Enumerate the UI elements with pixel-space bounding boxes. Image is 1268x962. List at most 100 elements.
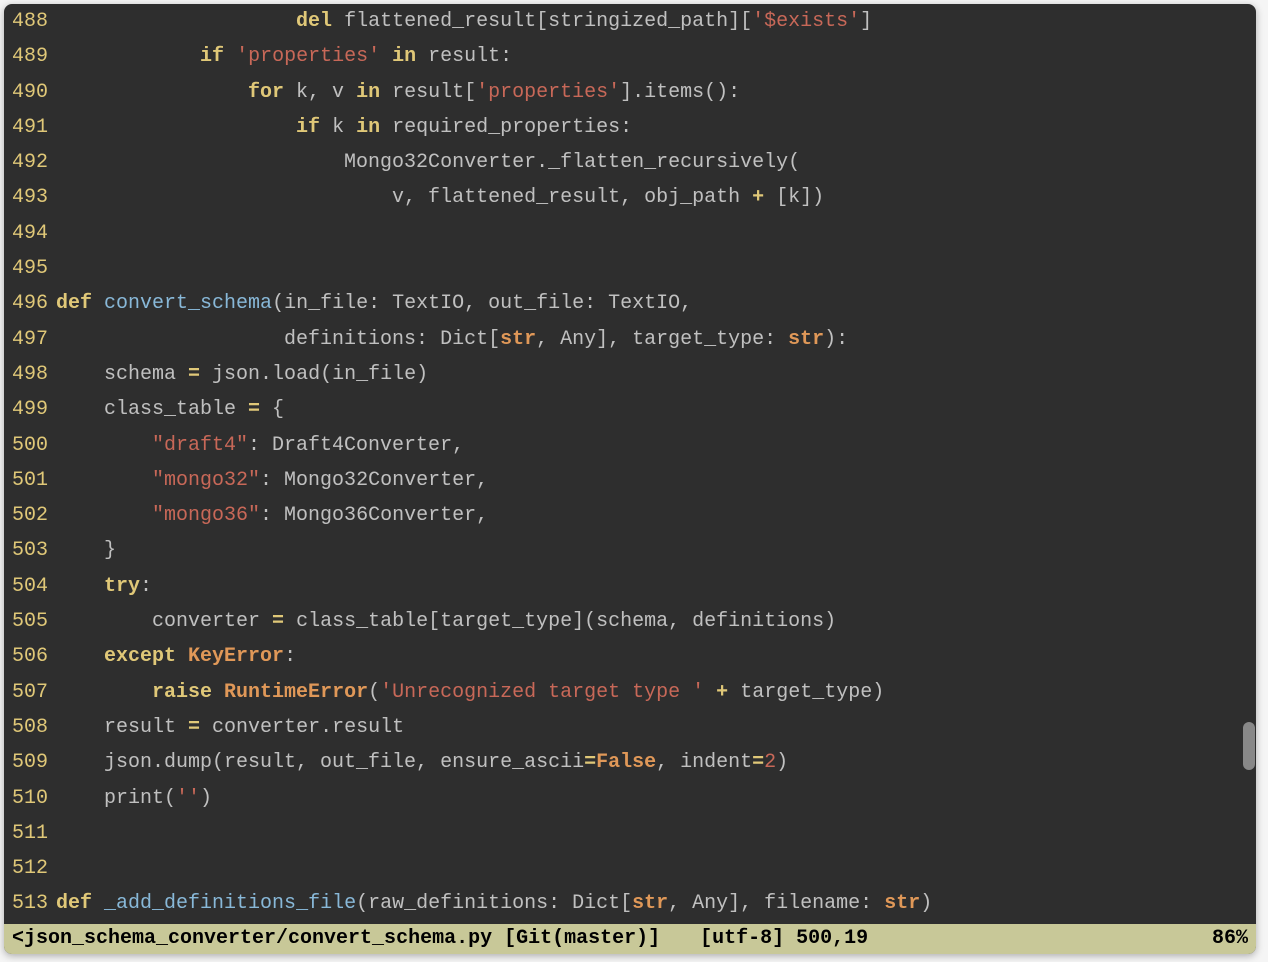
line-content[interactable]: Mongo32Converter._flatten_recursively( [56,145,1256,180]
line-content[interactable]: result = converter.result [56,710,1256,745]
status-percent: 86% [868,924,1248,954]
code-token [176,645,188,668]
scrollbar-track[interactable] [1242,4,1256,924]
code-line[interactable]: 511 [4,816,1256,851]
line-content[interactable]: for k, v in result['properties'].items()… [56,75,1256,110]
line-content[interactable]: "mongo32": Mongo32Converter, [56,463,1256,498]
code-token [212,681,224,704]
code-line[interactable]: 491 if k in required_properties: [4,110,1256,145]
code-token: try [104,575,140,598]
code-line[interactable]: 505 converter = class_table[target_type]… [4,604,1256,639]
code-token: raise [152,681,212,704]
code-token: RuntimeError [224,681,368,704]
line-content[interactable]: print('') [56,781,1256,816]
line-number: 509 [4,745,56,780]
code-token [224,45,236,68]
line-content[interactable]: except KeyError: [56,639,1256,674]
code-line[interactable]: 494 [4,216,1256,251]
code-token [56,45,200,68]
code-token: if [296,116,320,139]
line-number: 494 [4,216,56,251]
line-content[interactable]: if k in required_properties: [56,110,1256,145]
line-content[interactable]: del flattened_result[stringized_path]['$… [56,4,1256,39]
line-content[interactable] [56,216,1256,251]
code-token: def [56,292,92,315]
status-cursor: 500,19 [784,924,868,954]
line-content[interactable]: if 'properties' in result: [56,39,1256,74]
line-content[interactable] [56,816,1256,851]
line-content[interactable]: try: [56,569,1256,604]
code-line[interactable]: 509 json.dump(result, out_file, ensure_a… [4,745,1256,780]
line-content[interactable] [56,251,1256,286]
line-content[interactable]: } [56,533,1256,568]
line-content[interactable] [56,851,1256,886]
code-line[interactable]: 500 "draft4": Draft4Converter, [4,428,1256,463]
code-token: + [752,186,764,209]
line-content[interactable]: def convert_schema(in_file: TextIO, out_… [56,286,1256,321]
code-line[interactable]: 512 [4,851,1256,886]
code-line[interactable]: 501 "mongo32": Mongo32Converter, [4,463,1256,498]
line-content[interactable]: class_table = { [56,392,1256,427]
code-line[interactable]: 504 try: [4,569,1256,604]
code-token: ) [200,787,212,810]
code-token: print( [56,787,176,810]
code-line[interactable]: 508 result = converter.result [4,710,1256,745]
code-line[interactable]: 495 [4,251,1256,286]
line-number: 505 [4,604,56,639]
code-line[interactable]: 493 v, flattened_result, obj_path + [k]) [4,180,1256,215]
line-number: 489 [4,39,56,74]
line-number: 510 [4,781,56,816]
line-number: 492 [4,145,56,180]
code-token [56,434,152,457]
code-token: '' [176,787,200,810]
code-line[interactable]: 510 print('') [4,781,1256,816]
code-area[interactable]: 488 del flattened_result[stringized_path… [4,4,1256,924]
code-line[interactable]: 490 for k, v in result['properties'].ite… [4,75,1256,110]
code-line[interactable]: 496def convert_schema(in_file: TextIO, o… [4,286,1256,321]
code-line[interactable]: 502 "mongo36": Mongo36Converter, [4,498,1256,533]
code-token: = [584,751,596,774]
scrollbar-thumb[interactable] [1243,722,1255,770]
line-number: 495 [4,251,56,286]
code-line[interactable]: 498 schema = json.load(in_file) [4,357,1256,392]
line-number: 498 [4,357,56,392]
line-content[interactable]: def _add_definitions_file(raw_definition… [56,886,1256,921]
line-content[interactable]: v, flattened_result, obj_path + [k]) [56,180,1256,215]
code-line[interactable]: 507 raise RuntimeError('Unrecognized tar… [4,675,1256,710]
line-number: 506 [4,639,56,674]
code-line[interactable]: 488 del flattened_result[stringized_path… [4,4,1256,39]
line-number: 513 [4,886,56,921]
code-token: Mongo32Converter._flatten_recursively( [56,151,800,174]
line-number: 507 [4,675,56,710]
code-token [56,469,152,492]
code-token: : [284,645,296,668]
code-line[interactable]: 506 except KeyError: [4,639,1256,674]
code-token: str [632,892,668,915]
code-line[interactable]: 503 } [4,533,1256,568]
code-token: , Any], filename: [668,892,884,915]
code-token: 'properties' [476,81,620,104]
line-content[interactable]: "mongo36": Mongo36Converter, [56,498,1256,533]
code-line[interactable]: 499 class_table = { [4,392,1256,427]
line-number: 488 [4,4,56,39]
code-token: , indent [656,751,752,774]
code-token: str [884,892,920,915]
code-line[interactable]: 489 if 'properties' in result: [4,39,1256,74]
code-token: target_type) [728,681,884,704]
code-token: (raw_definitions: Dict[ [356,892,632,915]
code-line[interactable]: 497 definitions: Dict[str, Any], target_… [4,322,1256,357]
code-token: result: [416,45,512,68]
line-content[interactable]: json.dump(result, out_file, ensure_ascii… [56,745,1256,780]
line-content[interactable]: converter = class_table[target_type](sch… [56,604,1256,639]
code-token [56,81,248,104]
line-content[interactable]: raise RuntimeError('Unrecognized target … [56,675,1256,710]
code-line[interactable]: 513def _add_definitions_file(raw_definit… [4,886,1256,921]
line-content[interactable]: schema = json.load(in_file) [56,357,1256,392]
status-bar: <json_schema_converter/convert_schema.py… [4,924,1256,954]
code-token: = [272,610,284,633]
code-line[interactable]: 492 Mongo32Converter._flatten_recursivel… [4,145,1256,180]
code-token: { [260,398,284,421]
code-token: "mongo32" [152,469,260,492]
line-content[interactable]: definitions: Dict[str, Any], target_type… [56,322,1256,357]
line-content[interactable]: "draft4": Draft4Converter, [56,428,1256,463]
